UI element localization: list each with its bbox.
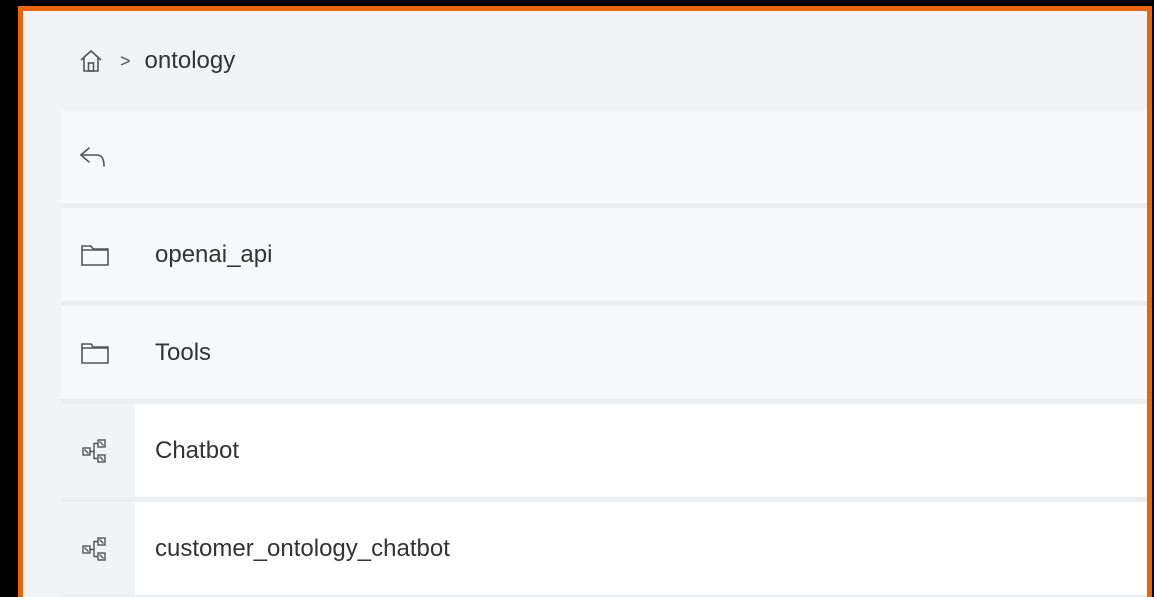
list-item-label: customer_ontology_chatbot [155,534,450,562]
home-icon[interactable] [78,48,104,74]
list-item-folder[interactable]: openai_api [61,208,1147,306]
list-item-label: Tools [155,338,212,366]
breadcrumb-current[interactable]: ontology [145,47,236,75]
folder-icon [77,237,113,273]
back-arrow-icon[interactable] [75,139,111,175]
list-item-label: openai_api [155,240,273,268]
breadcrumb: > ontology [23,11,1147,111]
workflow-icon [77,531,113,567]
list-item-folder[interactable]: Tools [61,306,1147,404]
list-item-workflow[interactable]: Chatbot [61,404,1147,502]
workflow-icon [77,433,113,469]
list-item-label: Chatbot [155,436,240,464]
breadcrumb-separator: > [120,50,131,71]
file-list: openai_api Tools Chatbot customer_ontolo… [61,111,1147,597]
folder-icon [77,335,113,371]
back-row[interactable] [61,111,1147,208]
app-frame: > ontology openai_api Tools Chatbot cust… [18,6,1152,597]
list-item-workflow[interactable]: customer_ontology_chatbot [61,502,1147,597]
